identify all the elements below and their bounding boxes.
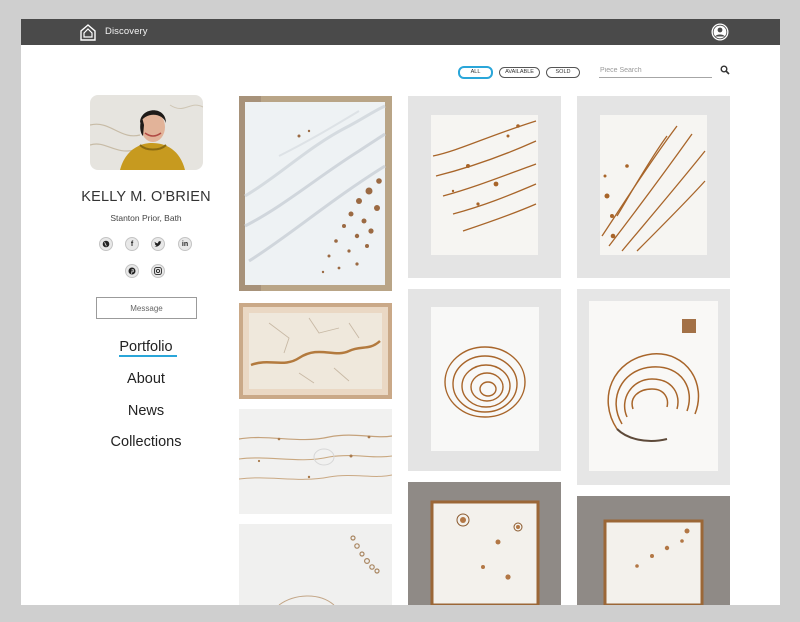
search-icon[interactable] <box>720 65 730 75</box>
filter-all-button[interactable]: ALL <box>458 66 493 79</box>
artwork-tile[interactable] <box>408 96 561 278</box>
artwork-tile[interactable] <box>239 96 392 291</box>
artwork-tile[interactable] <box>408 482 561 605</box>
nav-portfolio[interactable]: Portfolio <box>81 339 211 355</box>
filter-sold-label: SOLD <box>555 69 571 75</box>
user-account-icon[interactable] <box>711 23 729 41</box>
filter-sold-button[interactable]: SOLD <box>546 67 580 78</box>
browser-viewport: Discovery ALL AVAILABLE SOLD KELLY <box>21 19 780 605</box>
linkedin-icon[interactable]: in <box>178 237 192 251</box>
artist-avatar <box>90 95 203 170</box>
artwork-tile[interactable] <box>408 289 561 471</box>
discovery-logo-icon[interactable] <box>80 24 96 41</box>
artwork-tile[interactable] <box>239 409 392 514</box>
filter-available-button[interactable]: AVAILABLE <box>499 67 540 78</box>
artwork-tile[interactable] <box>239 524 392 605</box>
top-navigation-bar: Discovery <box>21 19 780 45</box>
message-button[interactable]: Message <box>96 297 197 319</box>
brand-name[interactable]: Discovery <box>105 26 148 37</box>
artist-location: Stanton Prior, Bath <box>110 213 182 223</box>
artwork-tile[interactable] <box>239 303 392 399</box>
artwork-tile[interactable] <box>577 496 730 605</box>
nav-collections[interactable]: Collections <box>81 434 211 450</box>
nav-news[interactable]: News <box>81 403 211 419</box>
artist-name: KELLY M. O'BRIEN <box>81 189 211 205</box>
nav-about[interactable]: About <box>81 371 211 387</box>
filter-all-label: ALL <box>470 69 481 75</box>
nav-active-indicator <box>119 355 177 357</box>
artwork-tile[interactable] <box>577 96 730 278</box>
facebook-icon[interactable]: f <box>125 237 139 251</box>
filter-available-label: AVAILABLE <box>505 69 534 75</box>
globe-icon[interactable] <box>99 237 113 251</box>
artwork-tile[interactable] <box>577 289 730 485</box>
pinterest-icon[interactable] <box>125 264 139 278</box>
piece-search-input[interactable] <box>599 65 712 78</box>
instagram-icon[interactable] <box>151 264 165 278</box>
twitter-icon[interactable] <box>151 237 165 251</box>
